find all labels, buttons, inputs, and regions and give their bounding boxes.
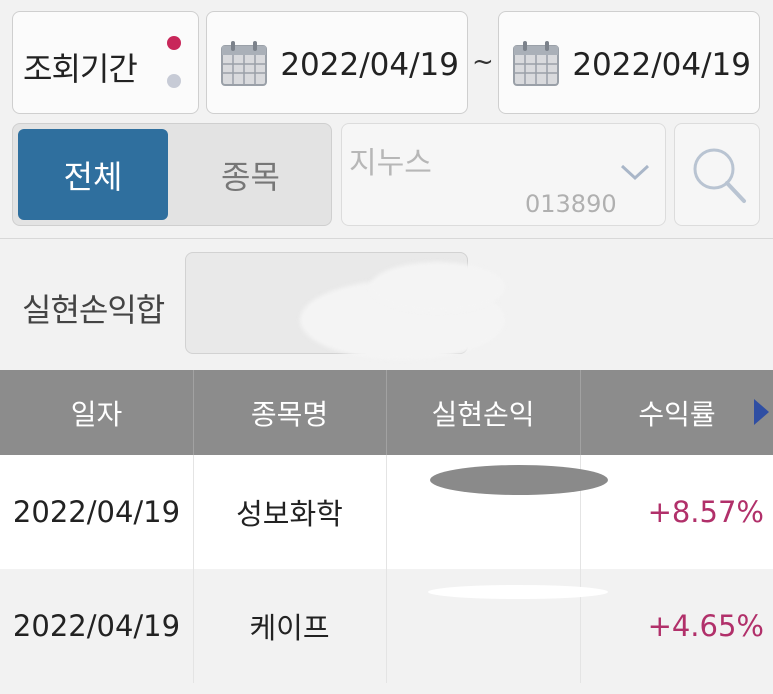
period-indicator-dot-active (167, 36, 181, 50)
column-header-date[interactable]: 일자 (0, 370, 193, 455)
mode-toggle: 전체 종목 (12, 123, 332, 226)
period-label: 조회기간 (23, 50, 138, 88)
start-date-value: 2022/04/19 (280, 47, 459, 83)
table-header: 일자 종목명 실현손익 수익률 (0, 370, 773, 455)
section-divider (0, 238, 773, 239)
table-row[interactable]: 2022/04/19 성보화학 +8.57% (0, 455, 773, 569)
period-selector[interactable]: 조회기간 (12, 11, 199, 114)
column-divider (386, 569, 387, 683)
end-date-field[interactable]: 2022/04/19 (498, 11, 760, 114)
table-row[interactable]: 2022/04/19 케이프 +4.65% (0, 569, 773, 683)
stock-selector[interactable]: 지누스 013890 (341, 123, 666, 226)
column-divider (386, 455, 387, 569)
stock-name: 지누스 (349, 146, 432, 181)
realized-pnl-sum-label: 실현손익합 (22, 291, 165, 329)
redacted-overlay (300, 262, 505, 362)
stock-code: 013890 (525, 190, 617, 218)
search-icon (693, 148, 746, 203)
chevron-down-icon (620, 164, 650, 181)
mode-item-button[interactable]: 종목 (173, 129, 328, 220)
column-header-rate[interactable]: 수익률 (580, 370, 773, 455)
search-button[interactable] (674, 123, 760, 226)
row-stock-name: 성보화학 (236, 497, 343, 531)
row-rate: +8.57% (647, 495, 764, 529)
row-stock-name: 케이프 (249, 611, 330, 645)
date-range-separator: ~ (472, 47, 494, 77)
calendar-icon (513, 41, 559, 86)
row-date: 2022/04/19 (12, 609, 181, 643)
calendar-icon (221, 41, 267, 86)
row-date: 2022/04/19 (12, 495, 181, 529)
scroll-right-arrow-icon[interactable] (754, 399, 769, 425)
row-rate: +4.65% (647, 609, 764, 643)
end-date-value: 2022/04/19 (572, 47, 751, 83)
column-header-profit[interactable]: 실현손익 (386, 370, 580, 455)
column-header-name[interactable]: 종목명 (193, 370, 386, 455)
period-indicator-dot-inactive (167, 74, 181, 88)
start-date-field[interactable]: 2022/04/19 (206, 11, 468, 114)
mode-all-button[interactable]: 전체 (18, 129, 168, 220)
